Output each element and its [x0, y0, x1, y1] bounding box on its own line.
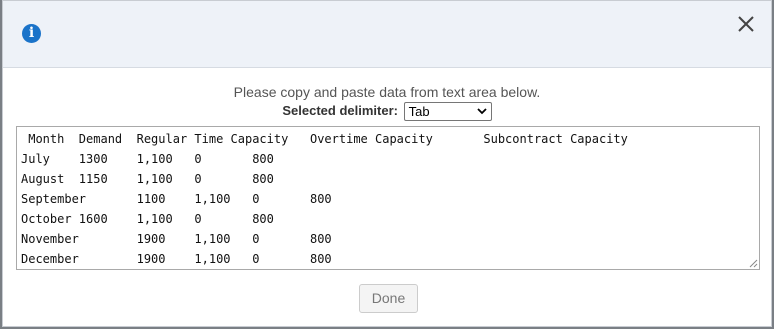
paste-data-dialog: i Please copy and paste data from text a…: [2, 0, 772, 327]
delimiter-selected-value: Tab: [408, 104, 430, 120]
info-icon: i: [22, 24, 41, 43]
resize-grip-icon[interactable]: [748, 258, 758, 268]
instructions-text: Please copy and paste data from text are…: [233, 84, 541, 100]
delimiter-label: Selected delimiter:: [282, 103, 398, 118]
textarea-content: Month Demand Regular Time Capacity Overt…: [21, 132, 628, 266]
close-icon[interactable]: [735, 13, 757, 35]
delimiter-select[interactable]: Tab: [403, 102, 492, 122]
done-button[interactable]: Done: [359, 284, 418, 313]
data-textarea[interactable]: Month Demand Regular Time Capacity Overt…: [16, 126, 760, 270]
chevron-down-icon: [476, 108, 487, 115]
dialog-header: i: [3, 1, 771, 68]
delimiter-row: Selected delimiter: Tab: [3, 101, 771, 122]
